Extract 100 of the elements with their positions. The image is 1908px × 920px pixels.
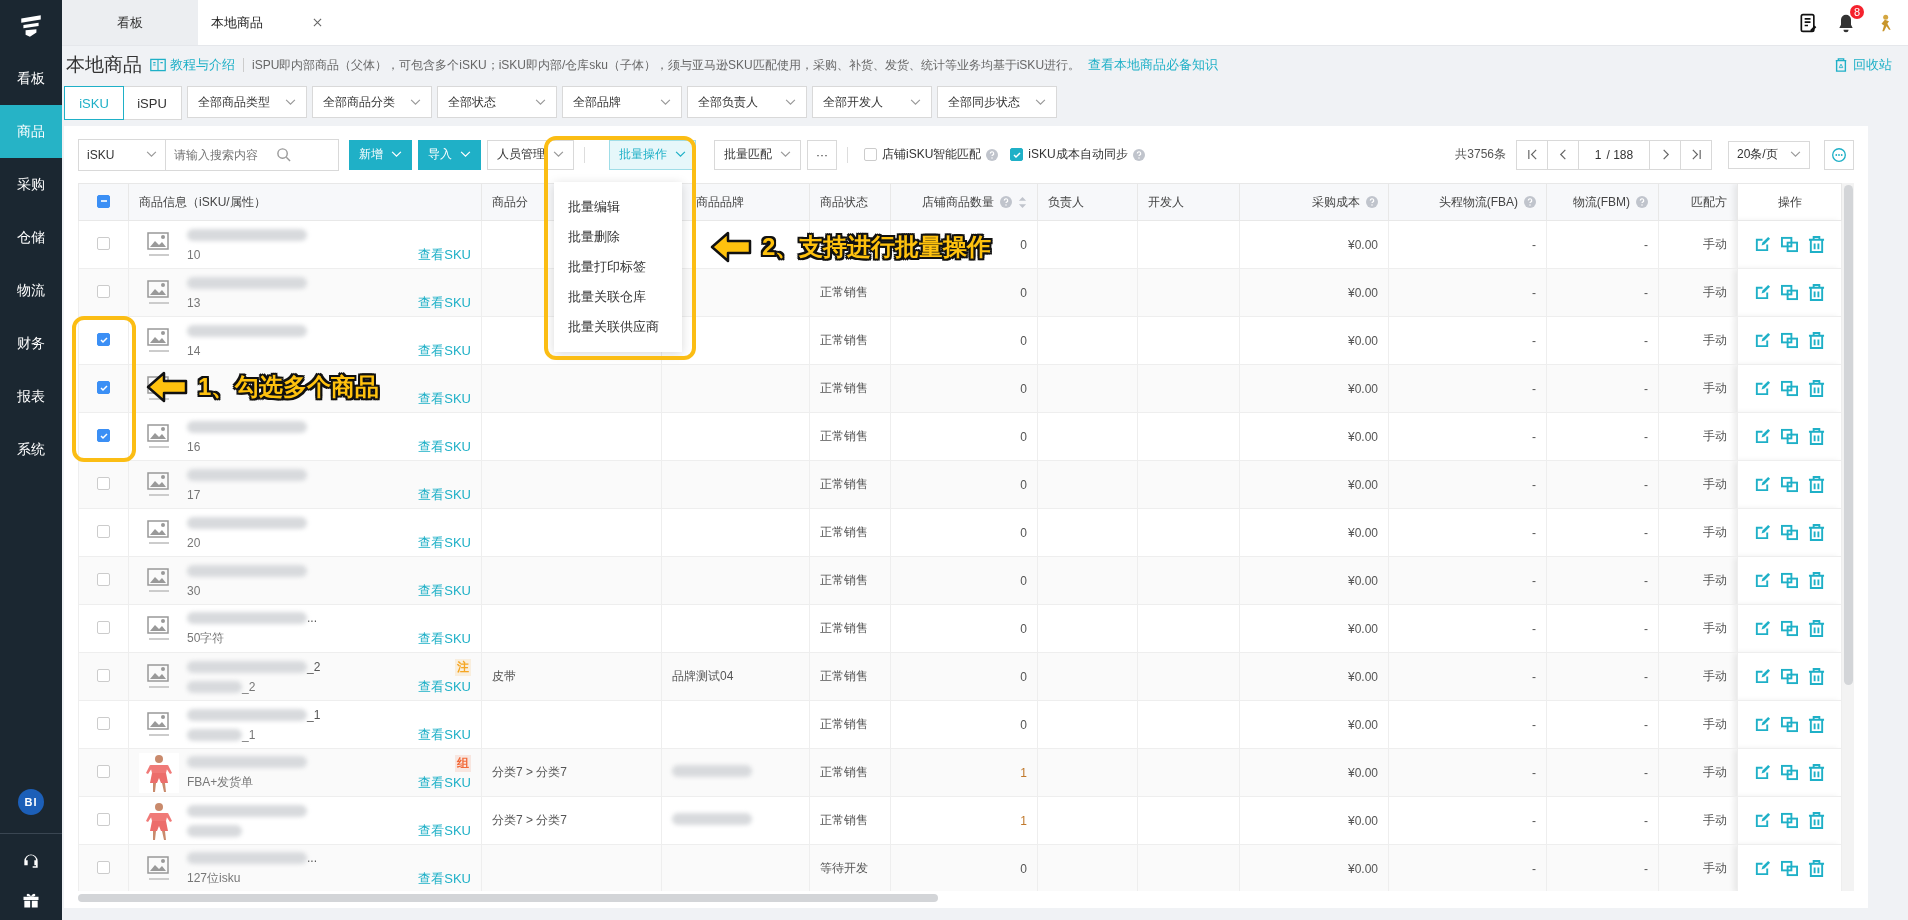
sidebar-item[interactable]: 报表 — [0, 370, 62, 423]
filter-dropdown[interactable]: 全部商品类型 — [187, 86, 307, 118]
table-cell: 手动 — [1703, 477, 1727, 491]
filter-dropdown[interactable]: 全部负责人 — [687, 86, 807, 118]
table-cell: 正常销售 — [820, 621, 868, 635]
sidebar-item[interactable]: 仓储 — [0, 211, 62, 264]
filter-dropdown[interactable]: 全部商品分类 — [312, 86, 432, 118]
product-code: 20 — [187, 535, 201, 550]
table-cell: ¥0.00 — [1347, 285, 1378, 300]
product-code: 10 — [187, 247, 201, 262]
product-code: 17 — [187, 487, 201, 502]
table-row[interactable]: 20 查看SKU 正常销售 0 ¥0.00 - - 手动 — [78, 508, 1842, 557]
menu-item[interactable]: 批量删除 — [554, 222, 682, 252]
table-cell: ¥0.00 — [1347, 717, 1378, 732]
table-cell: 正常销售 — [820, 717, 868, 731]
search-type-dropdown[interactable]: iSKU — [79, 139, 166, 170]
table-cell: 手动 — [1703, 333, 1727, 347]
sidebar-item[interactable]: 财务 — [0, 317, 62, 370]
filter-dropdown[interactable]: 全部同步状态 — [937, 86, 1057, 118]
column-header[interactable]: 店铺商品数量 — [890, 183, 1038, 221]
table-row[interactable]: ... 127位isku 查看SKU 等待开发 0 ¥0.00 - - 手动 — [78, 844, 1842, 891]
table-cell: - — [1532, 237, 1536, 252]
table-cell: - — [1532, 525, 1536, 540]
column-header[interactable]: 商品信息（iSKU/属性） — [128, 183, 482, 221]
table-cell: 0 — [1020, 333, 1027, 348]
table-cell: - — [1644, 573, 1648, 588]
notification-badge: 8 — [1849, 4, 1864, 19]
table-cell: 0 — [1020, 429, 1027, 444]
column-header[interactable]: 负责人 — [1037, 183, 1138, 221]
table-cell: 手动 — [1703, 381, 1727, 395]
table-cell: ¥0.00 — [1347, 237, 1378, 252]
table-cell: 1 — [1020, 765, 1027, 780]
table-cell: 品牌测试04 — [672, 669, 734, 683]
filter-dropdown[interactable]: 全部品牌 — [562, 86, 682, 118]
table-cell: - — [1532, 333, 1536, 348]
product-name: ... — [307, 611, 317, 625]
table-cell: 0 — [1020, 573, 1027, 588]
sidebar-item[interactable]: 看板 — [0, 52, 62, 105]
table-cell: 正常销售 — [820, 477, 868, 491]
table-row[interactable]: _2 _2 注 查看SKU 皮带 品牌测试04 正常销售 0 ¥0.00 - - 手动 — [78, 652, 1842, 701]
page-count: / 188 — [1606, 147, 1634, 162]
table-cell: - — [1644, 765, 1648, 780]
table-cell: 正常销售 — [820, 381, 868, 395]
product-name: ... — [307, 851, 317, 865]
table-cell: - — [1644, 477, 1648, 492]
page-tab[interactable]: 看板 — [62, 0, 198, 45]
table-row[interactable]: 30 查看SKU 正常销售 0 ¥0.00 - - 手动 — [78, 556, 1842, 605]
table-row[interactable]: 17 查看SKU 正常销售 0 ¥0.00 - - 手动 — [78, 460, 1842, 509]
table-cell: ¥0.00 — [1347, 861, 1378, 876]
column-header[interactable]: 采购成本 — [1239, 183, 1389, 221]
toolbar-button[interactable]: 批量匹配 — [714, 139, 801, 170]
table-cell: ¥0.00 — [1347, 333, 1378, 348]
page-input[interactable]: 1 — [1594, 147, 1602, 162]
column-header[interactable]: 商品状态 — [809, 183, 891, 221]
sidebar-item[interactable]: 物流 — [0, 264, 62, 317]
table-cell: - — [1532, 573, 1536, 588]
column-header[interactable]: 操作 — [1737, 183, 1842, 221]
table-cell: 0 — [1020, 285, 1027, 300]
table-cell: - — [1532, 669, 1536, 684]
table-cell: 正常销售 — [820, 765, 868, 779]
table-row[interactable]: _1 _1 查看SKU 正常销售 0 ¥0.00 - - 手动 — [78, 700, 1842, 749]
table-cell: - — [1644, 813, 1648, 828]
view-toggle-button[interactable]: iSPU — [123, 87, 181, 119]
table-cell: - — [1644, 621, 1648, 636]
sidebar-item[interactable]: 采购 — [0, 158, 62, 211]
page-size-dropdown[interactable]: 20条/页 — [1728, 140, 1810, 169]
filter-dropdown[interactable]: 全部开发人 — [812, 86, 932, 118]
table-row[interactable]: FBA+发货单 组 查看SKU 分类7 > 分类7 正常销售 1 ¥0.00 - - 手动 — [78, 748, 1842, 797]
table-cell: - — [1532, 381, 1536, 396]
column-header[interactable]: 开发人 — [1137, 183, 1240, 221]
filter-dropdown[interactable]: 全部状态 — [437, 86, 557, 118]
menu-item[interactable]: 批量关联仓库 — [554, 282, 682, 312]
table-cell: - — [1644, 237, 1648, 252]
bi-badge[interactable]: BI — [18, 789, 44, 815]
table-cell: 0 — [1020, 525, 1027, 540]
table-cell: 皮带 — [492, 669, 516, 683]
table-cell: ¥0.00 — [1347, 381, 1378, 396]
table-cell: - — [1644, 333, 1648, 348]
table-cell: 0 — [1020, 669, 1027, 684]
more-button[interactable]: ··· — [807, 139, 837, 170]
table-row[interactable]: 16 查看SKU 正常销售 0 ¥0.00 - - 手动 — [78, 412, 1842, 461]
checkbox-label[interactable]: iSKU成本自动同步 — [1028, 146, 1128, 163]
table-cell: - — [1532, 765, 1536, 780]
table-cell: 0 — [1020, 237, 1027, 252]
table-cell: 手动 — [1703, 429, 1727, 443]
product-code: 30 — [187, 583, 201, 598]
sidebar-item[interactable]: 系统 — [0, 423, 62, 476]
column-header[interactable]: 头程物流(FBA) — [1388, 183, 1547, 221]
table-cell: ¥0.00 — [1347, 429, 1378, 444]
product-code: 13 — [187, 295, 201, 310]
column-header[interactable]: 匹配方 — [1658, 183, 1738, 221]
column-header[interactable]: 物流(FBM) — [1546, 183, 1659, 221]
toolbar-button[interactable]: 人员管理 — [487, 139, 574, 170]
table-cell: 1 — [1020, 813, 1027, 828]
checkbox-label[interactable]: 店铺iSKU智能匹配 — [882, 146, 982, 163]
table-row[interactable]: 查看SKU 分类7 > 分类7 正常销售 1 ¥0.00 - - 手动 — [78, 796, 1842, 845]
table-cell: 手动 — [1703, 717, 1727, 731]
table-cell: 正常销售 — [820, 669, 868, 683]
table-cell: - — [1644, 381, 1648, 396]
table-row[interactable]: ... 50字符 查看SKU 正常销售 0 ¥0.00 - - 手动 — [78, 604, 1842, 653]
